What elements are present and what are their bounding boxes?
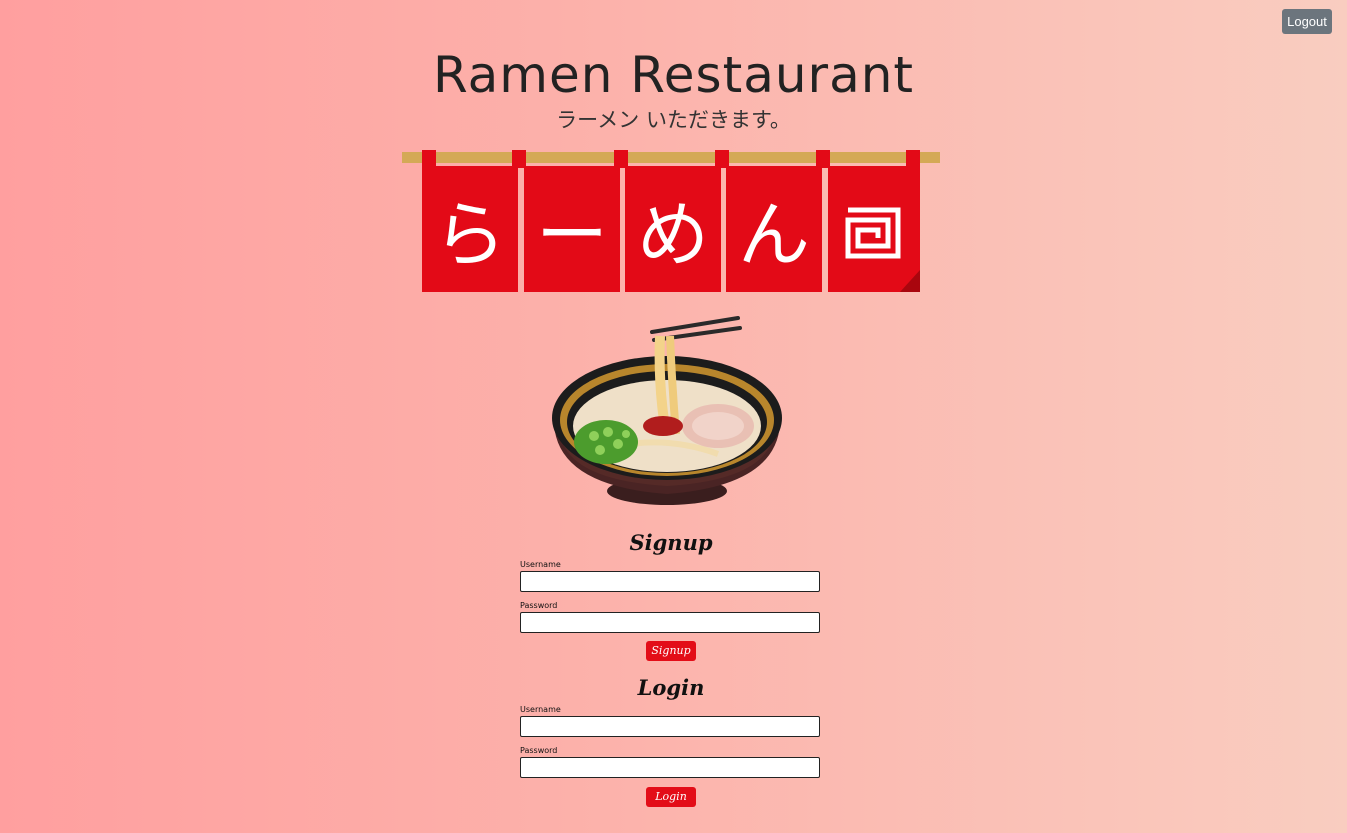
banner-rod [402, 152, 940, 163]
signup-username-input[interactable] [520, 571, 820, 592]
signup-password-label: Password [520, 601, 558, 610]
ramen-bowl-image [552, 316, 782, 505]
logout-button[interactable]: Logout [1282, 9, 1332, 34]
signup-form: Signup Username Password Signup [520, 530, 822, 661]
page-title: Ramen Restaurant [432, 46, 915, 104]
page-subtitle: ラーメン いただきます。 [556, 108, 791, 132]
signup-username-label: Username [520, 560, 561, 569]
login-button[interactable]: Login [646, 787, 696, 807]
login-title: Login [637, 675, 705, 700]
banner-char-1: ら [434, 193, 506, 277]
login-username-input[interactable] [520, 716, 820, 737]
login-form: Login Username Password Login [520, 675, 822, 807]
login-username-label: Username [520, 705, 561, 714]
login-password-input[interactable] [520, 757, 820, 778]
signup-title: Signup [629, 530, 713, 555]
login-password-label: Password [520, 746, 558, 755]
banner-char-4: ん [738, 193, 810, 277]
banner-char-3: め [637, 193, 709, 277]
signup-password-input[interactable] [520, 612, 820, 633]
banner-char-2: ー [536, 193, 608, 277]
signup-button[interactable]: Signup [646, 641, 696, 661]
ramen-noren-banner: ら ー め ん [402, 150, 940, 292]
